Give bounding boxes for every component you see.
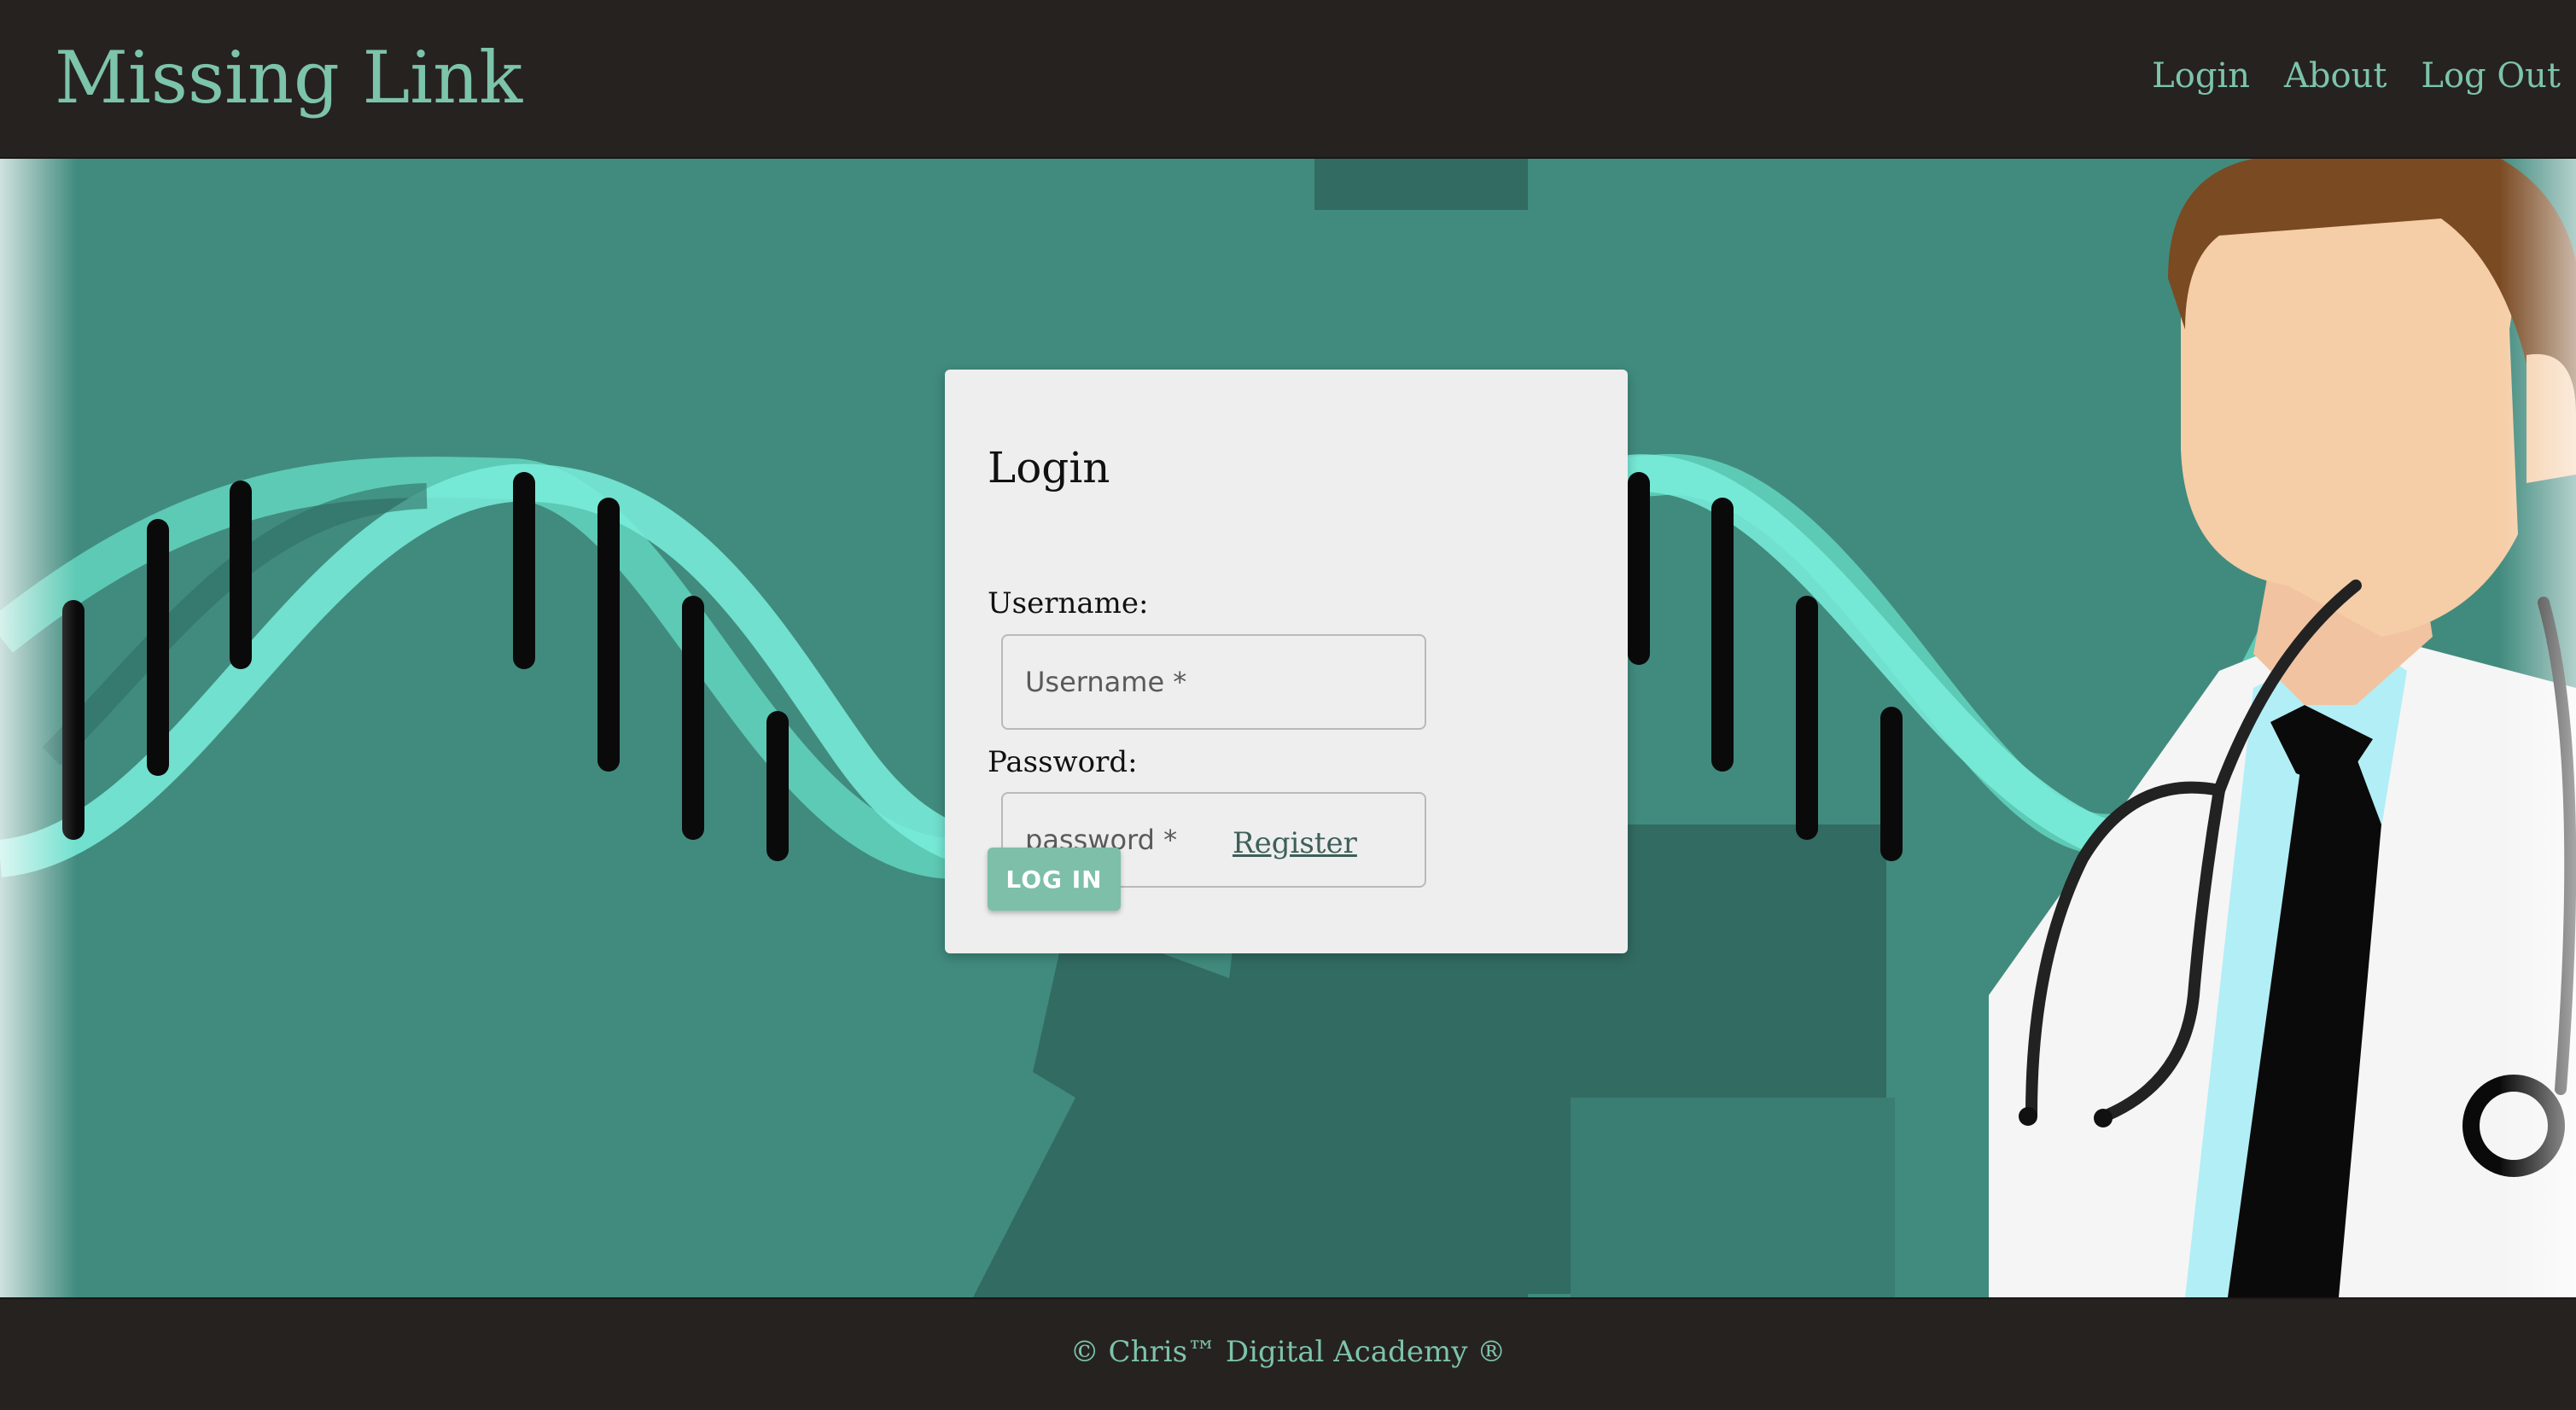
register-link[interactable]: Register: [1233, 826, 1357, 860]
site-footer: © Chris™ Digital Academy ®: [0, 1297, 2576, 1410]
top-nav: Login About Log Out: [2152, 56, 2561, 96]
site-header: Missing Link Login About Log Out: [0, 0, 2576, 159]
password-label: Password:: [988, 745, 1138, 779]
footer-copyright: © Chris™ Digital Academy ®: [1069, 1335, 1507, 1369]
username-label: Username:: [988, 586, 1149, 621]
login-card: Login Username: Password: LOG IN: [945, 370, 1628, 953]
hero-background: Login Username: Password: LOG IN Registe…: [0, 159, 2576, 1297]
doctor-illustration-icon: [1989, 159, 2576, 1297]
brand-logo[interactable]: Missing Link: [55, 36, 522, 119]
nav-logout-link[interactable]: Log Out: [2421, 56, 2561, 96]
nav-about-link[interactable]: About: [2284, 56, 2387, 96]
nav-login-link[interactable]: Login: [2152, 56, 2250, 96]
login-button[interactable]: LOG IN: [988, 848, 1121, 911]
username-input[interactable]: [1001, 634, 1426, 730]
login-title: Login: [988, 443, 1110, 492]
